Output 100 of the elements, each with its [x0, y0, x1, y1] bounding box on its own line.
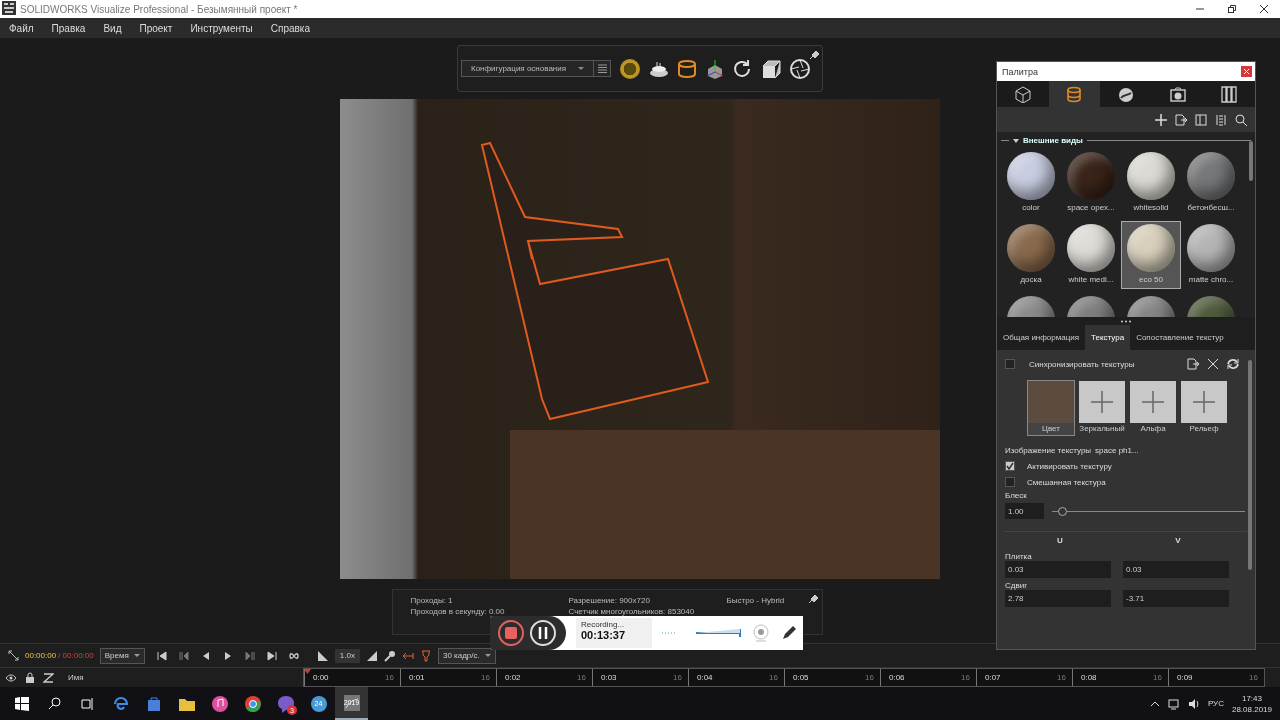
pencil-icon[interactable]	[780, 624, 798, 642]
rotate-icon[interactable]	[733, 58, 753, 79]
network-icon[interactable]	[1167, 697, 1180, 710]
appearance-name: matte chro...	[1188, 275, 1234, 284]
step-forward-icon[interactable]	[244, 650, 255, 661]
scrollbar[interactable]	[1249, 141, 1253, 181]
skip-start-icon[interactable]	[156, 650, 167, 661]
tick-label: 0:09	[1177, 673, 1193, 682]
field-label: Изображение текстуры	[1005, 446, 1092, 455]
appearance-item[interactable]: space opex...	[1061, 149, 1121, 217]
caret-up-icon[interactable]	[1149, 699, 1160, 708]
tick-label: 16	[1249, 673, 1258, 682]
loop-icon[interactable]	[288, 650, 299, 661]
checkbox[interactable]	[1005, 359, 1015, 369]
box-arrows-icon[interactable]	[761, 58, 781, 79]
appearance-item[interactable]: бетонбесш...	[1181, 149, 1241, 217]
checkbox-label: Смешанная текстура	[1027, 477, 1106, 487]
step-back-icon[interactable]	[178, 650, 189, 661]
tick-label: 0:05	[793, 673, 809, 682]
ramp-icon[interactable]	[316, 649, 329, 662]
menu-item[interactable]: Файл	[9, 22, 34, 34]
texture-slot[interactable]: Цвет	[1027, 380, 1075, 436]
tick-label: 16	[961, 673, 970, 682]
time-mode-dropdown[interactable]: Время	[99, 647, 145, 664]
fps-dropdown[interactable]: 30 кадр/с.	[437, 647, 496, 664]
speed-field[interactable]: 1.0x	[334, 648, 360, 663]
tab[interactable]: Сопоставление текстур	[1130, 325, 1230, 350]
tick-label: 16	[481, 673, 490, 682]
tick-label: 16	[673, 673, 682, 682]
collapse-icon[interactable]	[8, 650, 19, 661]
dots-icon[interactable]	[1121, 319, 1131, 323]
export-icon[interactable]	[1175, 113, 1187, 126]
pin-icon[interactable]	[807, 592, 819, 603]
checkbox[interactable]	[1005, 477, 1015, 487]
key-icon[interactable]	[383, 649, 396, 662]
configuration-dropdown[interactable]: Конфигурация основания	[461, 60, 611, 77]
timeline-ruler[interactable]: 0:00 16 0:01 16 0:02 16 0:03 16 0:04 16 0:05 16 0:06 16 0:07 16 0:08 16 0:09 16	[303, 668, 1265, 687]
speaker-icon[interactable]	[1187, 697, 1200, 710]
appearance-item[interactable]: color	[1001, 149, 1061, 217]
playhead-icon[interactable]	[304, 669, 311, 674]
stop-button[interactable]	[498, 620, 524, 646]
pin-icon[interactable]	[809, 48, 820, 59]
status-text: Проходов в секунду: 0.00	[410, 606, 505, 617]
skip-end-icon[interactable]	[266, 650, 277, 661]
plus-icon[interactable]	[1155, 113, 1167, 126]
play-icon[interactable]	[222, 650, 233, 661]
panel-icon[interactable]	[1195, 113, 1207, 126]
close-icon[interactable]	[1207, 358, 1219, 370]
slider-thumb[interactable]	[1057, 506, 1067, 516]
aperture-icon[interactable]	[789, 57, 811, 80]
checkbox[interactable]	[1005, 461, 1015, 471]
menu-item[interactable]: Вид	[103, 22, 122, 34]
grid-icon[interactable]	[1215, 113, 1227, 126]
tick-label: 0:03	[601, 673, 617, 682]
pause-icon	[538, 627, 548, 639]
refresh-icon[interactable]	[1227, 358, 1239, 370]
ramp-icon[interactable]	[365, 649, 378, 662]
appearance-item[interactable]: white medi...	[1061, 221, 1121, 289]
search-icon[interactable]	[1235, 113, 1247, 126]
appearance-name: whitesolid	[1133, 203, 1169, 212]
webcam-icon[interactable]	[752, 624, 770, 642]
appearance-item[interactable]: whitesolid	[1121, 149, 1181, 217]
tick-label: 16	[1153, 673, 1162, 682]
u-input[interactable]: 2.78	[1005, 590, 1111, 607]
cylinder-tab[interactable]	[1048, 81, 1101, 107]
language-indicator[interactable]: РУС	[1207, 699, 1224, 708]
pause-button[interactable]	[530, 620, 556, 646]
caret-icon[interactable]	[1013, 138, 1019, 143]
status-text: Проходы: 1	[410, 595, 453, 606]
status-text: Счетчик многоугольников: 853040	[568, 606, 695, 617]
recording-time: 00:13:37	[581, 629, 627, 641]
v-input[interactable]: -3.71	[1123, 590, 1229, 607]
plus-icon	[1193, 391, 1215, 413]
menu-item[interactable]: Проект	[139, 22, 173, 34]
menu-item[interactable]: Инструменты	[190, 22, 253, 34]
checkbox-label: Активировать текстуру	[1027, 461, 1112, 471]
menu-item[interactable]: Справка	[270, 22, 310, 34]
marker-icon[interactable]	[419, 649, 432, 662]
export-icon[interactable]	[1187, 358, 1199, 370]
appearance-item[interactable]: matte chro...	[1181, 221, 1241, 289]
tab[interactable]: Текстура	[1085, 325, 1131, 350]
tab[interactable]: Общая информация	[997, 325, 1086, 350]
eye-icon[interactable]	[5, 672, 17, 683]
menu-item[interactable]: Правка	[51, 22, 86, 34]
u-input[interactable]: 0.03	[1005, 561, 1111, 578]
appearance-name: бетонбесш...	[1187, 203, 1235, 212]
gloss-input[interactable]: 1.00	[1005, 503, 1044, 519]
sort-icon[interactable]	[43, 671, 54, 684]
ring-icon[interactable]	[619, 57, 641, 80]
lock-icon[interactable]	[25, 671, 35, 684]
v-input[interactable]: 0.03	[1123, 561, 1229, 578]
appearance-name: white medi...	[1068, 275, 1114, 284]
list-icon[interactable]	[597, 64, 607, 73]
appearance-name: eco 50	[1139, 275, 1163, 284]
cylinder-icon[interactable]	[677, 58, 697, 79]
appearance-item[interactable]: eco 50	[1121, 221, 1181, 289]
appearance-item[interactable]: доска	[1001, 221, 1061, 289]
axis-cube-icon[interactable]	[705, 58, 725, 79]
tick-label: 16	[1057, 673, 1066, 682]
scrollbar[interactable]	[1248, 360, 1252, 570]
